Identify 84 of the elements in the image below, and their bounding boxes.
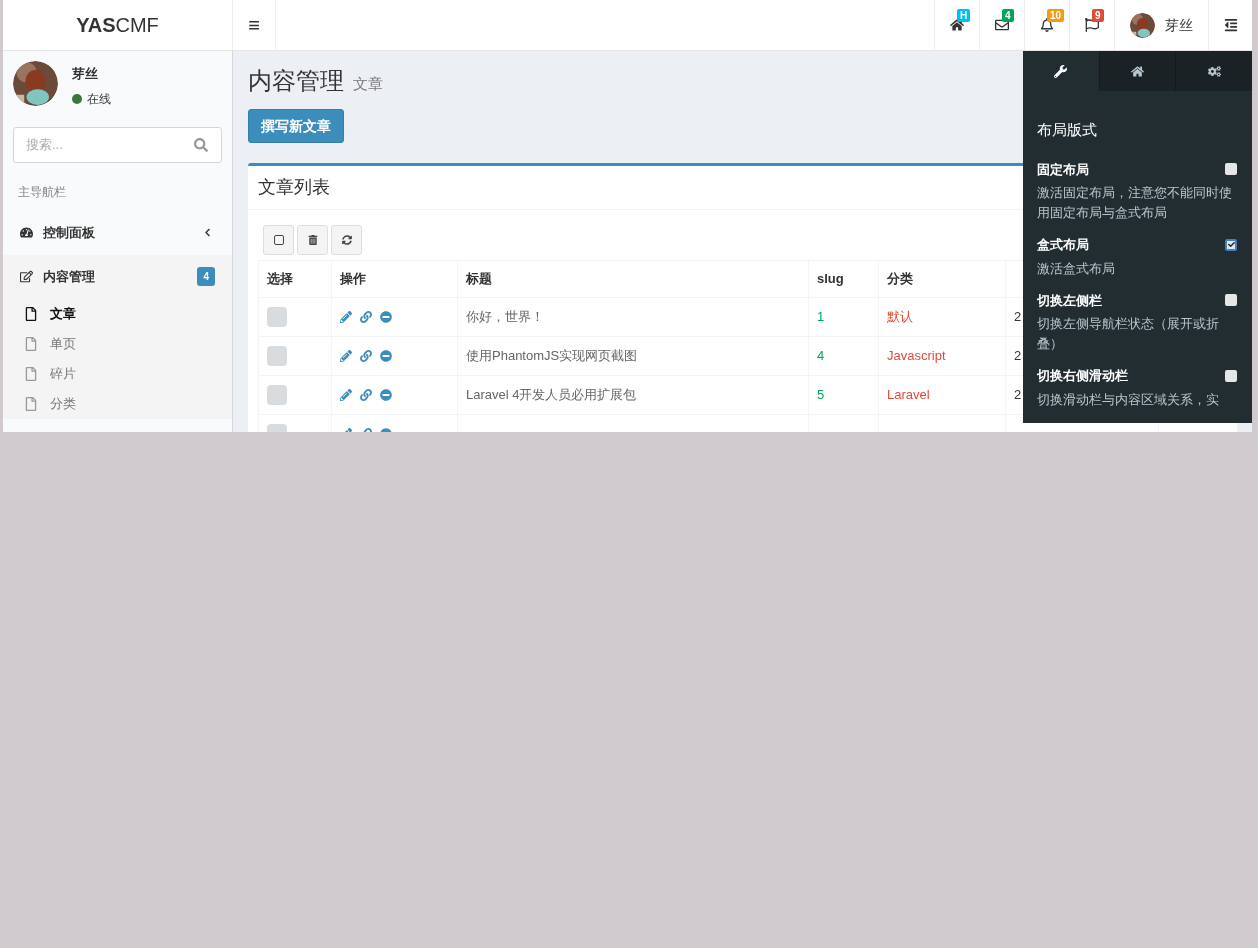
edit-icon [20, 270, 33, 283]
bell-icon [1040, 18, 1054, 32]
dashboard-icon [20, 226, 33, 239]
file-icon [24, 306, 38, 321]
option-description: 切换左侧导航栏状态（展开或折叠） [1037, 315, 1220, 353]
option-description: 切换滑动栏与内容区域关系，实 [1037, 390, 1220, 409]
delete-button[interactable] [297, 225, 328, 255]
table-cell: 2 [1014, 348, 1022, 364]
option-label: 切换右侧滑动栏 [1037, 367, 1128, 385]
option-checkbox[interactable] [1225, 238, 1237, 251]
nav-subitem[interactable]: 单页 [3, 328, 232, 359]
column-header: 选择 [258, 260, 332, 298]
file-icon [24, 336, 38, 351]
file-icon [24, 366, 38, 381]
file-icon [24, 396, 38, 411]
link-icon[interactable] [360, 311, 372, 323]
nav-item[interactable]: 内容管理 4 [3, 254, 232, 299]
slug-text: 4 [817, 348, 825, 364]
option-description: 激活盒式布局 [1037, 259, 1116, 278]
outdent-icon [1223, 18, 1238, 32]
user-menu[interactable]: 芽丝 [1114, 0, 1208, 50]
category-text: Javascript [887, 348, 946, 364]
slug-text: 5 [817, 387, 825, 403]
delete-icon[interactable] [380, 350, 392, 362]
nav-subitem[interactable]: 碎片 [3, 358, 232, 389]
column-header: 标题 [457, 260, 809, 298]
notification-button[interactable]: 4 [979, 0, 1024, 50]
option-label: 切换左侧栏 [1037, 291, 1102, 310]
delete-icon[interactable] [380, 311, 392, 323]
row-checkbox[interactable] [267, 307, 287, 327]
column-header: 操作 [331, 260, 458, 298]
count-badge: 4 [1002, 9, 1014, 22]
option-checkbox[interactable] [1225, 294, 1237, 307]
column-header: 分类 [878, 260, 1006, 298]
page-subtitle: 文章 [353, 74, 383, 94]
nav-subitem[interactable]: 文章 [3, 298, 232, 329]
new-article-button[interactable]: 撰写新文章 [248, 109, 344, 143]
logo[interactable]: YASCMF [3, 0, 233, 50]
sidebar-tab[interactable] [1023, 51, 1099, 91]
article-title: 你好，世界！ [466, 309, 544, 325]
check-icon [1227, 241, 1235, 249]
wrench-icon [1054, 64, 1068, 78]
nav-subitem[interactable]: 分类 [3, 388, 232, 419]
edit-icon[interactable] [340, 350, 352, 362]
gears-icon [1207, 64, 1221, 78]
panel-heading: 布局版式 [1037, 120, 1098, 140]
refresh-icon [341, 235, 352, 245]
chevron-icon [203, 228, 212, 237]
option-checkbox[interactable] [1225, 163, 1237, 176]
search-field[interactable]: 搜索... [13, 126, 222, 163]
square-icon [273, 235, 284, 245]
count-badge: H [957, 9, 971, 22]
table-cell: 2 [1014, 387, 1022, 403]
section-label: 主导航栏 [17, 183, 67, 201]
edit-icon[interactable] [340, 389, 352, 401]
table-cell: 2 [1014, 309, 1022, 325]
user-name: 芽丝 [72, 65, 99, 83]
nav-item[interactable]: 控制面板 [3, 210, 232, 255]
search-icon [194, 137, 208, 152]
status-text: 在线 [87, 90, 111, 108]
article-title: 使用PhantomJS实现网页截图 [466, 348, 638, 364]
page-title: 内容管理 [248, 66, 344, 96]
select-all-button[interactable] [263, 225, 294, 255]
column-header: slug [808, 260, 879, 298]
option-label: 盒式布局 [1037, 236, 1089, 254]
count-badge: 4 [197, 267, 215, 286]
link-icon[interactable] [360, 389, 372, 401]
refresh-button[interactable] [331, 225, 362, 255]
count-badge: 9 [1092, 9, 1104, 22]
category-text: Laravel [887, 387, 930, 403]
link-icon[interactable] [360, 350, 372, 362]
row-checkbox[interactable] [267, 346, 287, 366]
row-checkbox[interactable] [267, 385, 287, 405]
category-text: 默认 [887, 309, 913, 325]
edit-icon[interactable] [340, 311, 352, 323]
article-title: Laravel 4开发人员必用扩展包 [466, 387, 637, 403]
slug-text: 1 [817, 309, 825, 325]
trash-icon [307, 235, 318, 245]
option-checkbox[interactable] [1225, 369, 1237, 382]
delete-icon[interactable] [380, 389, 392, 401]
menu-toggle-button[interactable]: ≡ [233, 0, 276, 50]
notification-button[interactable]: 9 [1069, 0, 1114, 50]
home-icon [1131, 64, 1144, 78]
count-badge: 10 [1047, 9, 1065, 22]
